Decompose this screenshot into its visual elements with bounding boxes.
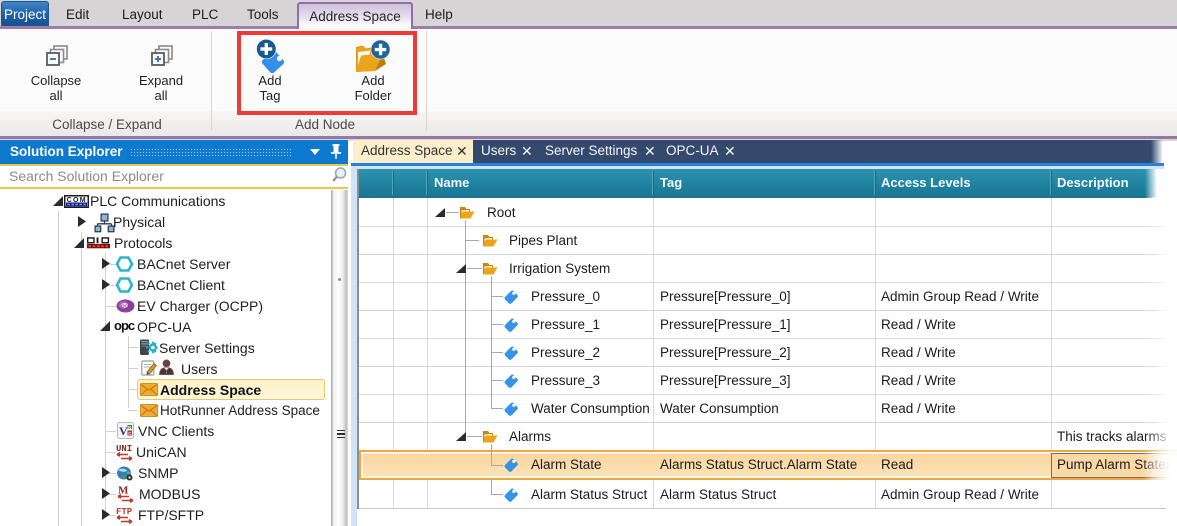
svg-text:FTP: FTP [116,507,133,517]
svg-text:UNI: UNI [116,444,132,454]
svg-text:N: N [128,425,131,430]
svg-text:OCPP: OCPP [121,304,133,309]
svg-text:V: V [119,424,128,438]
